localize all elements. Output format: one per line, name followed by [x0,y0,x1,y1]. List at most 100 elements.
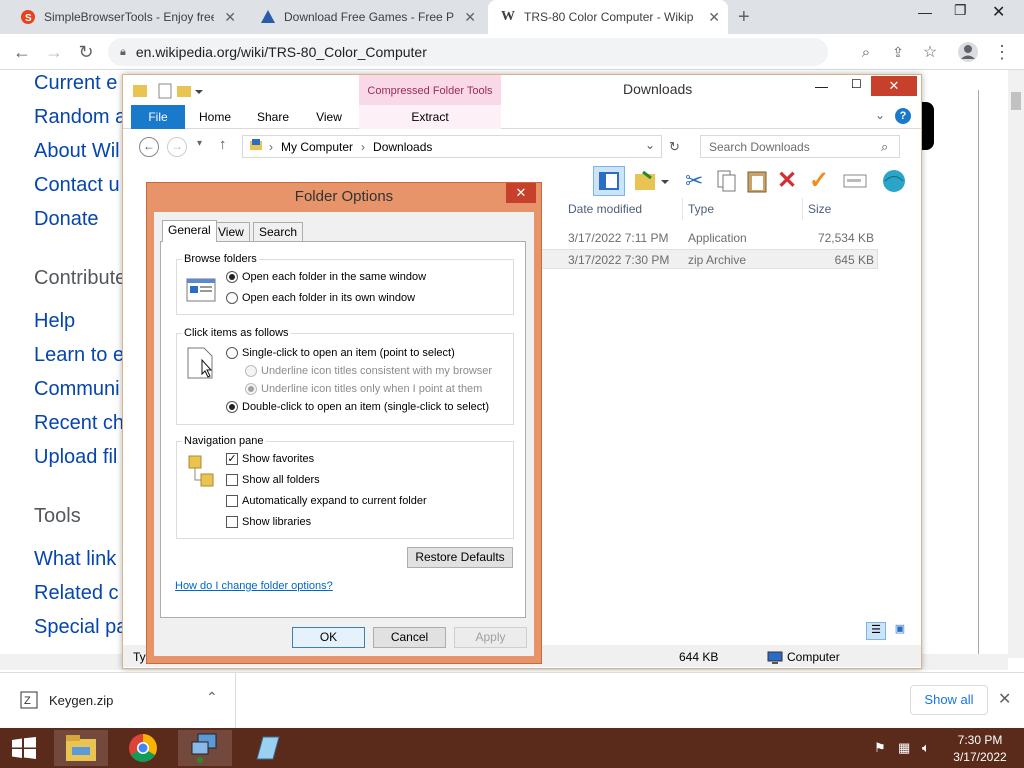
radio-button[interactable] [226,271,238,283]
nav-link[interactable]: Related c [34,582,119,605]
radio-button[interactable] [226,292,238,304]
close-shelf-icon[interactable]: ✕ [998,689,1011,709]
profile-avatar-icon[interactable] [956,40,980,64]
volume-muted-icon[interactable]: 🔈︎ [922,740,930,756]
nav-link[interactable]: Special pa [34,616,127,639]
checkbox-show-all-folders[interactable]: Show all folders [226,474,320,486]
radio-underline-point[interactable]: Underline icon titles only when I point … [245,383,482,395]
rename-check-icon[interactable]: ✓ [809,166,829,195]
tab-search[interactable]: Search [253,222,304,242]
forward-icon[interactable]: → [42,40,66,64]
checkbox-auto-expand[interactable]: Automatically expand to current folder [226,495,427,507]
minimize-icon[interactable]: — [918,4,932,20]
network-globe-icon[interactable] [881,168,907,197]
nav-link[interactable]: Random a [34,106,126,129]
nav-link[interactable]: Donate [34,208,99,231]
nav-link[interactable]: Current e [34,72,117,95]
radio-button[interactable] [245,365,257,377]
nav-link[interactable]: Learn to e [34,344,124,367]
notepad-taskbar-icon[interactable] [240,730,294,766]
chevron-up-icon[interactable]: ⌃ [206,689,218,706]
file-explorer-taskbar-icon[interactable] [54,730,108,766]
apply-button[interactable]: Apply [454,627,527,648]
ribbon-tab-file[interactable]: File [131,105,185,129]
restore-defaults-button[interactable]: Restore Defaults [407,547,513,568]
radio-button[interactable] [245,383,257,395]
delete-icon[interactable]: ✕ [777,166,797,195]
checkbox-show-libraries[interactable]: Show libraries [226,516,311,528]
help-link[interactable]: How do I change folder options? [175,580,333,592]
column-date-modified[interactable]: Date modified [568,198,642,220]
scroll-thumb[interactable] [1011,92,1021,110]
address-bar[interactable]: 🔒︎ en.wikipedia.org/wiki/TRS-80_Color_Co… [108,38,828,66]
column-type[interactable]: Type [688,198,714,220]
explorer-maximize-icon[interactable]: ☐ [851,77,862,91]
vertical-scrollbar[interactable] [1008,70,1024,658]
ribbon-tab-view[interactable]: View [303,105,355,129]
back-icon[interactable]: ← [139,137,159,157]
preview-pane-button[interactable] [593,166,625,196]
ribbon-tab-extract[interactable]: Extract [359,105,501,129]
close-tab-icon[interactable]: ✕ [708,9,720,26]
radio-button[interactable] [226,347,238,359]
checkbox-show-favorites[interactable]: ✓ Show favorites [226,453,314,465]
ribbon-tab-home[interactable]: Home [189,105,241,129]
file-row[interactable]: 3/17/2022 7:30 PM zip Archive 645 KB [540,249,878,269]
paste-icon[interactable] [745,168,769,197]
close-tab-icon[interactable]: ✕ [464,9,476,26]
compressed-folder-tools-tab[interactable]: Compressed Folder Tools [359,75,501,105]
show-all-button[interactable]: Show all [910,685,988,715]
ok-button[interactable]: OK [292,627,365,648]
download-item[interactable]: Z Keygen.zip ⌃ [0,673,236,729]
nav-link[interactable]: Communi [34,378,120,401]
nav-link[interactable]: What link [34,548,116,571]
explorer-minimize-icon[interactable]: — [815,79,828,94]
ribbon-tab-share[interactable]: Share [247,105,299,129]
close-tab-icon[interactable]: ✕ [224,9,236,26]
nav-link[interactable]: Contact u [34,174,120,197]
recent-dropdown-icon[interactable]: ▾ [197,138,202,149]
zoom-icon[interactable]: ⌕ [854,40,878,64]
help-icon[interactable]: ? [895,108,911,124]
menu-kebab-icon[interactable]: ⋮ [990,40,1014,64]
restore-icon[interactable]: ❐ [954,2,967,19]
nav-link[interactable]: Help [34,310,75,333]
properties-icon[interactable] [633,168,669,197]
clock-time[interactable]: 7:30 PM [950,733,1010,747]
network-tray-icon[interactable]: ▦ [898,740,910,756]
tab-wikipedia[interactable]: W TRS-80 Color Computer - Wikipe ✕ [488,0,728,34]
tab-general[interactable]: General [162,220,217,242]
clock-date[interactable]: 3/17/2022 [950,750,1010,764]
search-input[interactable]: Search Downloads ⌕ [700,135,900,158]
share-icon[interactable]: ⇪ [886,40,910,64]
tab-simplebrowsertools[interactable]: S SimpleBrowserTools - Enjoy free ✕ [8,0,244,34]
nav-link[interactable]: Upload fil [34,446,117,469]
radio-open-own-window[interactable]: Open each folder in its own window [226,292,415,304]
cut-icon[interactable]: ✂ [685,168,703,194]
chrome-taskbar-icon[interactable] [116,730,170,766]
breadcrumb-downloads[interactable]: Downloads [373,140,432,154]
radio-single-click[interactable]: Single-click to open an item (point to s… [226,347,455,359]
nav-link[interactable]: Recent ch [34,412,124,435]
bookmark-star-icon[interactable]: ☆ [918,40,942,64]
nav-link[interactable]: About Wil [34,140,120,163]
network-computer-taskbar-icon[interactable] [178,730,232,766]
large-icons-view-icon[interactable]: ▣ [890,622,910,640]
radio-button[interactable] [226,401,238,413]
tab-free-games[interactable]: Download Free Games - Free PC ✕ [248,0,484,34]
checkbox[interactable]: ✓ [226,453,238,465]
reload-icon[interactable]: ↻ [74,40,98,64]
forward-icon[interactable]: → [167,137,187,157]
refresh-icon[interactable]: ↻ [669,139,680,155]
radio-open-same-window[interactable]: Open each folder in the same window [226,271,426,283]
copy-icon[interactable] [715,168,739,197]
close-window-icon[interactable]: ✕ [992,2,1005,22]
ribbon-expand-icon[interactable]: ⌄ [875,108,885,122]
radio-double-click[interactable]: Double-click to open an item (single-cli… [226,401,489,413]
file-row[interactable]: 3/17/2022 7:11 PM Application 72,534 KB [540,228,878,248]
start-button[interactable] [0,730,48,766]
quick-access-icons[interactable] [131,82,221,103]
dialog-close-button[interactable]: ✕ [506,183,536,203]
up-icon[interactable]: ↑ [219,136,227,153]
column-size[interactable]: Size [808,198,831,220]
